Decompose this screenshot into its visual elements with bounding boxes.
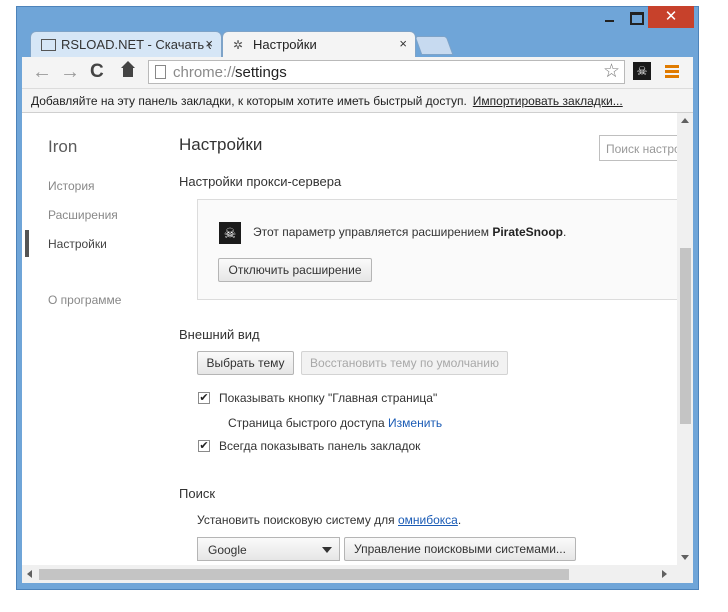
tab-title: Настройки (253, 37, 317, 52)
scroll-up-arrow-icon[interactable] (681, 118, 689, 123)
tab-close-icon[interactable]: × (205, 36, 213, 51)
maximize-button[interactable] (622, 6, 648, 28)
import-bookmarks-link[interactable]: Импортировать закладки... (473, 94, 623, 108)
tab-title: RSLOAD.NET - Скачать со (61, 37, 211, 52)
bookmarks-bar: Добавляйте на эту панель закладки, к кот… (22, 89, 693, 113)
show-bookmarks-bar-checkbox[interactable]: ✔ (198, 440, 210, 452)
proxy-controlled-text: Этот параметр управляется расширением Pi… (253, 225, 567, 239)
page-icon (155, 65, 166, 79)
star-icon[interactable]: ☆ (603, 61, 620, 83)
reset-theme-button[interactable]: Восстановить тему по умолчанию (301, 351, 508, 375)
page-card-icon (41, 39, 56, 51)
page-title: Настройки (179, 135, 263, 154)
minimize-button[interactable] (596, 6, 622, 28)
search-engine-select[interactable]: Google (197, 537, 340, 561)
choose-theme-button[interactable]: Выбрать тему (197, 351, 294, 375)
forward-arrow-icon[interactable]: → (60, 62, 80, 82)
search-engine-description: Установить поисковую систему для омнибок… (197, 513, 462, 527)
search-placeholder: Поиск настроек (606, 142, 677, 156)
extension-name: PirateSnoop (492, 225, 563, 239)
disable-extension-button[interactable]: Отключить расширение (218, 258, 372, 282)
browser-brand: Iron (48, 137, 78, 156)
scroll-right-arrow-icon[interactable] (662, 570, 667, 578)
url-path: settings (235, 64, 287, 81)
change-home-link[interactable]: Изменить (388, 416, 442, 430)
quick-access-page-row: Страница быстрого доступа Изменить (228, 416, 443, 430)
search-engine-value: Google (208, 543, 247, 557)
chevron-down-icon (322, 547, 332, 553)
search-section-title: Поиск (179, 486, 216, 501)
proxy-section-title: Настройки прокси-сервера (179, 174, 342, 189)
show-home-button-checkbox[interactable]: ✔ (198, 392, 210, 404)
proxy-controlled-box: ☠ Этот параметр управляется расширением … (197, 199, 677, 300)
scroll-down-arrow-icon[interactable] (681, 555, 689, 560)
vertical-scrollbar[interactable] (677, 113, 693, 565)
settings-page: Iron История Расширения Настройки О прог… (22, 113, 677, 565)
gear-icon: ✲ (233, 38, 244, 52)
sidebar-item-extensions[interactable]: Расширения (48, 208, 118, 222)
address-bar[interactable]: chrome:// settings ☆ (148, 60, 625, 84)
show-bookmarks-bar-label: Всегда показывать панель закладок (219, 439, 421, 453)
sidebar-item-about[interactable]: О программе (48, 293, 121, 307)
omnibox-link[interactable]: омнибокса (398, 513, 458, 527)
bookmarks-bar-prompt: Добавляйте на эту панель закладки, к кот… (31, 94, 623, 108)
horizontal-scrollbar[interactable] (22, 565, 693, 583)
back-arrow-icon[interactable]: ← (32, 62, 52, 82)
close-window-button[interactable]: ✕ (648, 6, 694, 28)
manage-search-engines-button[interactable]: Управление поисковыми системами... (344, 537, 576, 561)
tab-settings[interactable]: ✲ Настройки × (222, 31, 416, 57)
reload-icon[interactable]: C (90, 62, 104, 82)
tab-close-icon[interactable]: × (399, 36, 407, 51)
horizontal-scroll-thumb[interactable] (39, 569, 569, 580)
url-scheme: chrome:// (173, 64, 236, 81)
sidebar-active-indicator (25, 230, 29, 257)
appearance-section-title: Внешний вид (179, 327, 260, 342)
new-tab-button[interactable] (414, 36, 454, 55)
show-home-button-label: Показывать кнопку "Главная страница" (219, 391, 438, 405)
home-icon[interactable] (120, 61, 136, 80)
sidebar-item-settings[interactable]: Настройки (48, 237, 107, 251)
pirate-extension-icon[interactable]: ☠ (633, 62, 651, 80)
tab-rsload[interactable]: RSLOAD.NET - Скачать со × (30, 31, 222, 57)
vertical-scroll-thumb[interactable] (680, 248, 691, 424)
hamburger-menu-icon[interactable] (665, 65, 679, 78)
sidebar-item-history[interactable]: История (48, 179, 95, 193)
settings-search-input[interactable]: Поиск настроек (599, 135, 677, 161)
pirate-extension-icon: ☠ (219, 222, 241, 244)
scroll-left-arrow-icon[interactable] (27, 570, 32, 578)
